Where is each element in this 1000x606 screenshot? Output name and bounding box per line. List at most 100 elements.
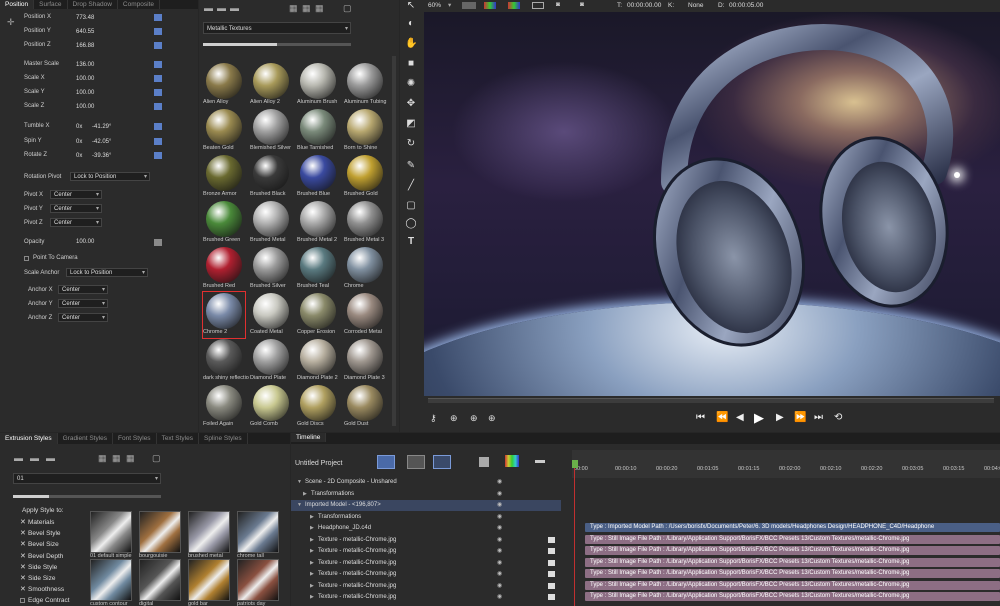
tab-spline-styles[interactable]: Spline Styles [199, 433, 248, 444]
image-icon[interactable] [548, 536, 555, 543]
layer-row[interactable]: ▶ Texture - metallic-Chrome.jpg ◉ [291, 569, 561, 580]
param-value[interactable]: 100.00 [76, 102, 120, 112]
step-forward-icon[interactable]: ▶ [776, 412, 784, 423]
visibility-icon[interactable]: ◉ [497, 478, 502, 485]
track-clip[interactable]: Type : Still Image File Path : /Library/… [585, 557, 1000, 567]
apply-option-checkbox[interactable] [20, 598, 25, 604]
visibility-icon[interactable]: ◉ [497, 559, 502, 566]
layer-row[interactable]: ▶ Texture - metallic-Chrome.jpg ◉ [291, 558, 561, 569]
material-swatch[interactable]: Gold Discs [297, 384, 339, 430]
opacity-keyframe[interactable] [154, 239, 162, 246]
tab-composite[interactable]: Composite [118, 0, 160, 9]
folder-icon[interactable]: ▬ [535, 455, 545, 466]
keyframe-button[interactable] [154, 138, 162, 145]
material-swatch[interactable]: Copper Erosion [297, 292, 339, 338]
material-swatch[interactable]: Brushed Gold [344, 154, 386, 200]
material-swatch[interactable]: Brushed Blue [297, 154, 339, 200]
tab-drop-shadow[interactable]: Drop Shadow [68, 0, 118, 9]
layer-row[interactable]: ▶ Texture - metallic-Chrome.jpg ◉ [291, 535, 561, 546]
expand-arrow-icon[interactable]: ▶ [310, 571, 314, 577]
hand-icon[interactable]: ✋ [405, 38, 417, 50]
camera-button[interactable] [407, 455, 425, 469]
anchor-select[interactable]: Center [58, 313, 108, 323]
color-channels-2-button[interactable] [508, 2, 520, 9]
extrusion-style-thumb[interactable] [237, 559, 279, 601]
brush-icon[interactable]: ╱ [405, 180, 417, 192]
expand-arrow-icon[interactable]: ▶ [310, 594, 314, 600]
visibility-icon[interactable]: ◉ [497, 501, 502, 508]
grid-view-icon[interactable]: ▦ [98, 453, 107, 464]
visibility-icon[interactable]: ◉ [497, 593, 502, 600]
scale-anchor-select[interactable]: Lock to Position [66, 268, 148, 278]
apply-option-checkbox[interactable]: ✕ [20, 540, 26, 548]
material-swatch[interactable]: Alien Alloy 2 [250, 62, 292, 108]
track-clip[interactable]: Type : Still Image File Path : /Library/… [585, 569, 1000, 578]
ellipse-icon[interactable]: ◯ [405, 218, 417, 230]
tab-gradient-styles[interactable]: Gradient Styles [58, 433, 114, 444]
tab-timeline[interactable]: Timeline [291, 433, 327, 442]
folder-open-icon[interactable]: ▬ [30, 453, 39, 463]
keyframe-button[interactable] [154, 103, 162, 110]
scale-tool-icon[interactable]: ◩ [405, 118, 417, 130]
expand-arrow-icon[interactable]: ▶ [310, 514, 314, 520]
viewer-scrubber[interactable] [428, 398, 994, 403]
folder-icon[interactable]: ▬ [14, 453, 23, 463]
grid-view-icon[interactable]: ▦ [289, 3, 298, 14]
materials-scrollbar[interactable] [392, 56, 396, 426]
zoom-select[interactable]: 60% [428, 2, 441, 9]
apply-option-checkbox[interactable]: ✕ [20, 552, 26, 560]
material-swatch[interactable]: Gold Comb [250, 384, 292, 430]
material-swatch[interactable]: Beaten Gold [203, 108, 245, 154]
track-clip[interactable]: Type : Still Image File Path : /Library/… [585, 580, 1000, 590]
layer-row[interactable]: ▼ Imported Model - <196,807> ◉ [291, 500, 561, 511]
param-value[interactable]: -39.36° [92, 151, 136, 161]
layer-row[interactable]: ▶ Transformations ◉ [291, 489, 561, 500]
visibility-icon[interactable]: ◉ [497, 570, 502, 577]
keyframe-button[interactable] [154, 28, 162, 35]
layer-row[interactable]: ▶ Texture - metallic-Chrome.jpg ◉ [291, 546, 561, 557]
add-keyframe-icon[interactable]: ⊕ [450, 413, 458, 424]
material-swatch[interactable]: Coated Metal [250, 292, 292, 338]
layer-row[interactable]: ▶ Headphone_JD.c4d ◉ [291, 523, 561, 534]
light-icon[interactable]: ✺ [405, 78, 417, 90]
rectangle-icon[interactable]: ▢ [405, 200, 417, 212]
new-folder-icon[interactable]: ▬ [46, 453, 55, 463]
overlay-button[interactable] [532, 2, 544, 9]
apply-option-checkbox[interactable]: ✕ [20, 518, 26, 526]
pivot-select[interactable]: Center [50, 190, 102, 200]
orbit-icon[interactable]: ◐ [405, 18, 417, 30]
extrusion-style-thumb[interactable] [188, 511, 230, 553]
apply-option-checkbox[interactable]: ✕ [20, 574, 26, 582]
material-swatch[interactable]: dark shiny reflection [203, 338, 249, 384]
pen-icon[interactable]: ✎ [405, 160, 417, 172]
keyframe-button[interactable] [154, 123, 162, 130]
keyframe-button[interactable] [154, 61, 162, 68]
material-swatch[interactable]: Aluminum Brush [297, 62, 339, 108]
image-icon[interactable] [548, 559, 555, 566]
anchor-select[interactable]: Center [58, 299, 108, 309]
tab-font-styles[interactable]: Font Styles [113, 433, 157, 444]
expand-arrow-icon[interactable]: ▼ [297, 502, 302, 508]
expand-arrow-icon[interactable]: ▼ [297, 479, 302, 485]
image-icon[interactable] [548, 548, 555, 554]
color-channels-button[interactable] [484, 2, 496, 9]
opacity-value[interactable]: 100.00 [76, 237, 120, 247]
playhead-marker[interactable] [572, 460, 578, 468]
material-swatch[interactable]: Brushed Silver [250, 246, 292, 292]
material-swatch[interactable]: Chrome [344, 246, 386, 292]
material-swatch[interactable]: Chrome 2 [202, 291, 246, 339]
layers-button[interactable] [433, 455, 451, 469]
settings-icon[interactable]: ▢ [152, 453, 161, 464]
material-swatch[interactable]: Gold Dust [344, 384, 386, 430]
settings-icon[interactable]: ▢ [343, 3, 352, 14]
visibility-icon[interactable]: ◉ [497, 524, 502, 531]
material-swatch[interactable]: Brushed Metal [250, 200, 292, 246]
detail-view-icon[interactable]: ▦ [126, 453, 135, 464]
select-arrow-icon[interactable]: ↖ [405, 0, 417, 12]
keyframe-button[interactable] [154, 75, 162, 82]
rewind-icon[interactable]: ⏪ [716, 412, 728, 423]
material-swatch[interactable]: Brushed Black [250, 154, 292, 200]
param-value[interactable]: 100.00 [76, 88, 120, 98]
expand-arrow-icon[interactable]: ▶ [303, 491, 307, 497]
keyframe-button[interactable] [154, 89, 162, 96]
